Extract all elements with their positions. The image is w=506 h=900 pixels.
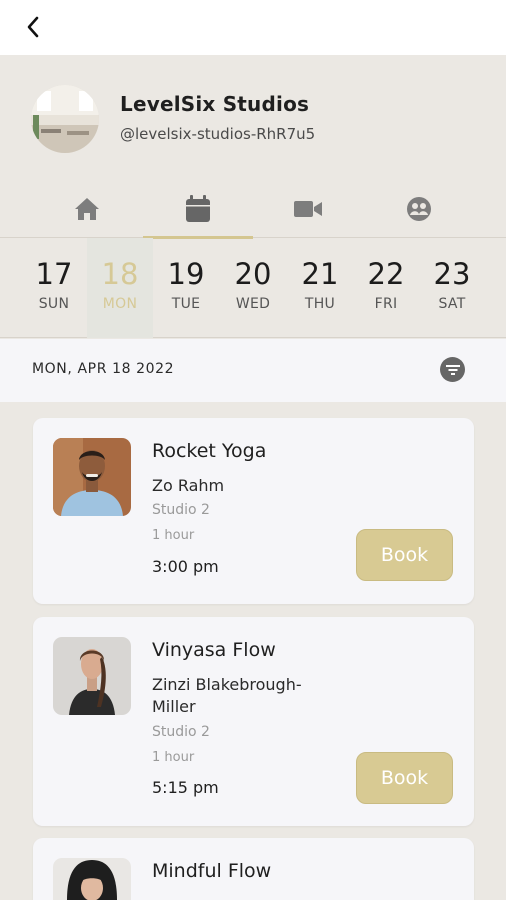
day-thu[interactable]: 21 THU: [287, 238, 353, 338]
video-camera-icon: [294, 201, 322, 217]
instructor-photo: [53, 858, 131, 900]
class-duration: 1 hour: [152, 528, 195, 543]
class-room: Studio 2: [152, 724, 210, 740]
day-name: SUN: [38, 296, 70, 312]
filter-icon: [445, 364, 460, 375]
class-room: Studio 2: [152, 502, 210, 518]
back-button[interactable]: [18, 12, 48, 42]
day-number: 22: [367, 257, 405, 291]
filter-button[interactable]: [440, 357, 465, 382]
class-duration: 1 hour: [152, 750, 195, 765]
instructor-name: Zinzi Blakebrough-Miller: [152, 675, 302, 716]
day-number: 17: [35, 257, 73, 291]
instructor-photo: [53, 438, 131, 516]
day-name: WED: [235, 296, 271, 312]
studio-handle: @levelsix-studios-RhR7u5: [120, 125, 316, 143]
class-time: 5:15 pm: [152, 778, 219, 797]
date-bar: MON, APR 18 2022: [0, 339, 506, 402]
day-number: 20: [234, 257, 272, 291]
chevron-left-icon: [27, 16, 39, 38]
tab-bar: [0, 180, 506, 239]
day-tue[interactable]: 19 TUE: [153, 238, 219, 338]
day-number: 19: [167, 257, 205, 291]
day-mon[interactable]: 18 MON: [87, 238, 153, 338]
class-card[interactable]: Vinyasa Flow Zinzi Blakebrough-Miller St…: [33, 617, 474, 826]
class-time: 3:00 pm: [152, 557, 219, 576]
day-number: 18: [101, 257, 139, 291]
day-number: 23: [433, 257, 471, 291]
class-card[interactable]: Rocket Yoga Zo Rahm Studio 2 1 hour 3:00…: [33, 418, 474, 604]
day-name: MON: [102, 296, 138, 312]
tab-community[interactable]: [364, 180, 474, 238]
class-title: Rocket Yoga: [152, 440, 267, 462]
selected-date-label: MON, APR 18 2022: [32, 361, 175, 377]
tab-video[interactable]: [253, 180, 363, 238]
day-sat[interactable]: 23 SAT: [419, 238, 485, 338]
home-icon: [75, 198, 99, 220]
class-title: Mindful Flow: [152, 860, 272, 882]
day-name: SAT: [438, 296, 466, 312]
day-name: TUE: [171, 296, 201, 312]
day-name: THU: [304, 296, 336, 312]
day-wed[interactable]: 20 WED: [220, 238, 286, 338]
studio-photo: [31, 85, 99, 153]
class-title: Vinyasa Flow: [152, 639, 276, 661]
studio-name: LevelSix Studios: [120, 92, 310, 116]
day-number: 21: [301, 257, 339, 291]
day-picker: 17 SUN 18 MON 19 TUE 20 WED 21 THU 22 FR…: [0, 238, 506, 338]
instructor-name: Zo Rahm: [152, 476, 225, 495]
day-sun[interactable]: 17 SUN: [21, 238, 87, 338]
tab-schedule[interactable]: [143, 180, 253, 239]
book-button[interactable]: Book: [356, 529, 453, 581]
instructor-photo: [53, 637, 131, 715]
studio-avatar[interactable]: [31, 85, 99, 153]
book-button[interactable]: Book: [356, 752, 453, 804]
tab-home[interactable]: [32, 180, 142, 238]
studio-profile: LevelSix Studios @levelsix-studios-RhR7u…: [0, 55, 506, 180]
calendar-icon: [186, 195, 210, 222]
day-fri[interactable]: 22 FRI: [353, 238, 419, 338]
top-bar: [0, 0, 506, 55]
day-name: FRI: [374, 296, 398, 312]
community-icon: [407, 197, 431, 221]
class-card[interactable]: Mindful Flow: [33, 838, 474, 900]
